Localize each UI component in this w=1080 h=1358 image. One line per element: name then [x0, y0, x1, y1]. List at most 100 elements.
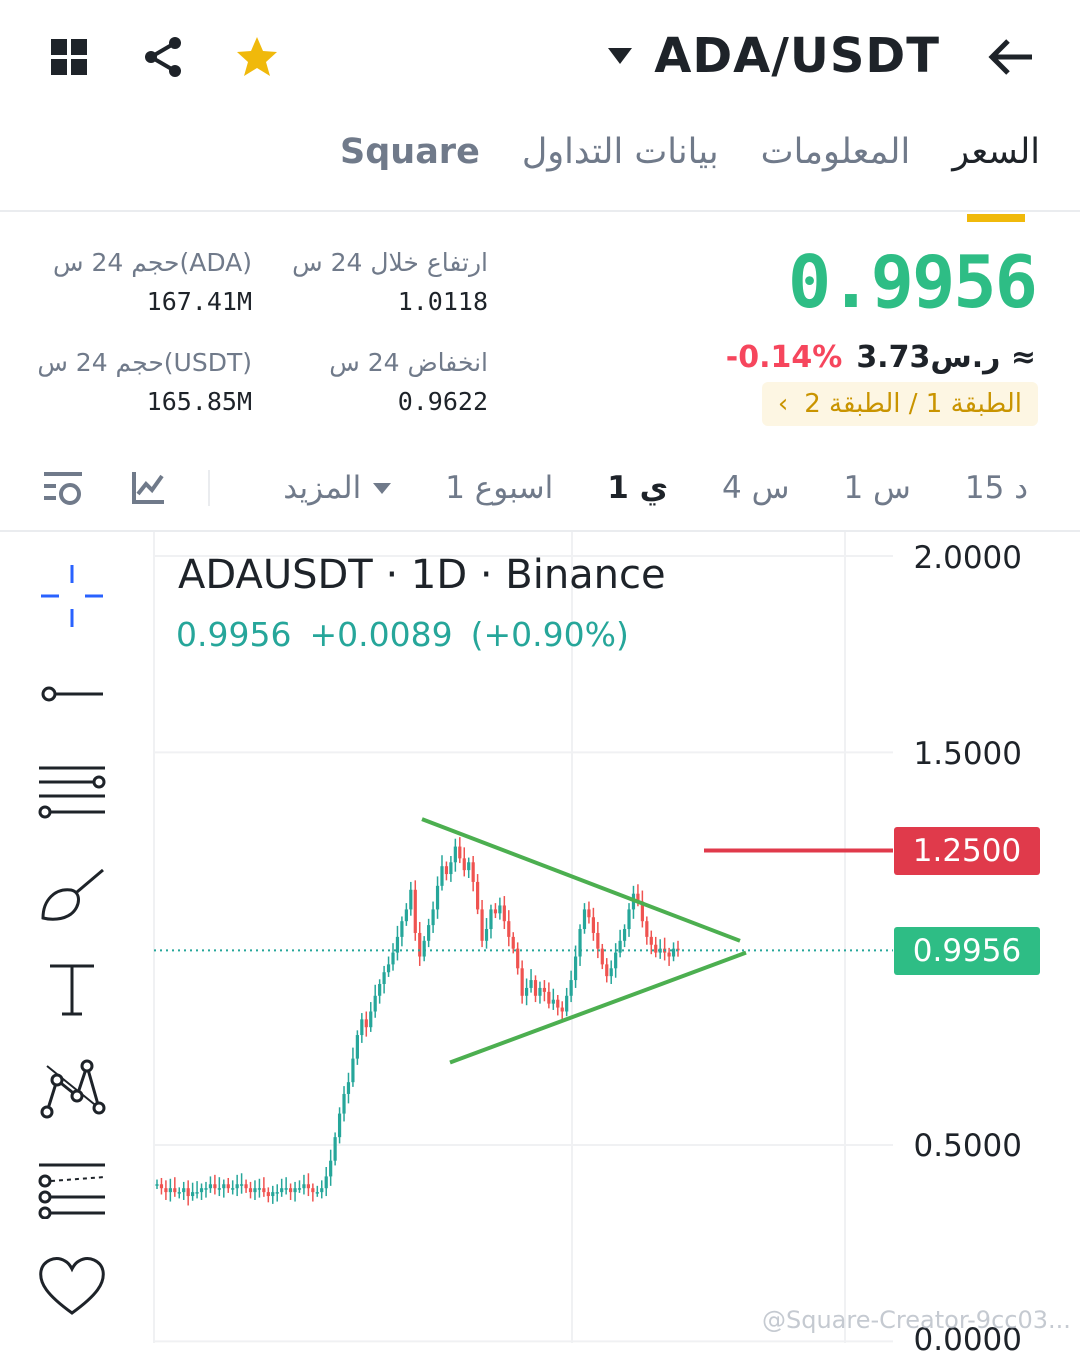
interval-more[interactable]: المزيد	[283, 470, 392, 506]
candle-body	[467, 862, 471, 871]
candle-body	[560, 1007, 564, 1012]
crosshair-icon[interactable]	[36, 560, 108, 632]
tab-price[interactable]: السعر	[952, 132, 1040, 222]
candle-body	[199, 1188, 204, 1193]
candle-body	[182, 1188, 186, 1193]
candle-body	[645, 921, 649, 937]
candle-body	[413, 889, 417, 933]
candle-body	[654, 944, 658, 953]
pattern-icon[interactable]	[36, 1052, 108, 1124]
text-icon[interactable]	[36, 954, 108, 1026]
interval-15m[interactable]: 15 د	[965, 470, 1028, 506]
candle-body	[293, 1188, 297, 1193]
favorites-heart-icon[interactable]	[36, 1250, 108, 1322]
more-label: المزيد	[283, 470, 362, 506]
interval-4h[interactable]: 4 س	[722, 470, 789, 506]
candle-body	[435, 885, 440, 910]
candle-body	[565, 995, 569, 1012]
chart-settings-icon[interactable]	[130, 470, 166, 510]
candle-body	[587, 909, 591, 918]
fib-levels-icon[interactable]	[36, 756, 108, 828]
pair-label: ADA/USDT	[654, 28, 940, 84]
star-icon[interactable]	[230, 30, 284, 84]
candle-body	[542, 987, 547, 992]
share-icon[interactable]	[136, 30, 190, 84]
candle-body	[284, 1188, 288, 1190]
candle-body	[462, 858, 466, 871]
candle-body	[346, 1082, 351, 1094]
chevron-left-icon: ‹	[777, 389, 789, 419]
candle-body	[248, 1188, 253, 1193]
tab-info[interactable]: المعلومات	[761, 132, 911, 172]
interval-1h[interactable]: 1 س	[843, 470, 910, 506]
stat-24h-high: ارتفاع خلال 24 س 1.0118	[292, 248, 488, 316]
level-price-badge[interactable]: 1.2500	[894, 827, 1040, 875]
candle-body	[288, 1188, 293, 1193]
candle-body	[476, 881, 480, 910]
y-axis-label: 1.5000	[913, 736, 1022, 772]
tab-trading-data[interactable]: بيانات التداول	[522, 132, 719, 172]
candle-body	[306, 1184, 311, 1189]
candle-body	[208, 1184, 213, 1189]
candle-body	[324, 1176, 328, 1189]
candle-body	[573, 956, 578, 981]
candle-body	[671, 948, 676, 957]
stat-label: انخفاض 24 س	[329, 348, 488, 377]
candle-body	[484, 929, 489, 941]
trend-line-icon[interactable]	[36, 658, 108, 730]
triangle-upper-trendline	[421, 817, 741, 943]
price-change-row: -0.14% ≈ ر.س3.73	[726, 340, 1036, 375]
candle-body	[177, 1192, 181, 1194]
candle-body	[453, 846, 457, 863]
candle-body	[524, 987, 529, 996]
interval-bar: 15 د 1 س 4 س 1 ي 1 اسبوع المزيد	[283, 470, 1028, 506]
candle-body	[538, 987, 542, 996]
candle-body	[569, 980, 573, 996]
indicator-icon[interactable]	[42, 468, 84, 514]
candle-body	[253, 1188, 257, 1193]
candle-body	[373, 995, 377, 1012]
stat-value: 0.9622	[397, 387, 488, 416]
candle-body	[191, 1192, 195, 1197]
candle-body	[262, 1188, 266, 1193]
stat-24h-low: انخفاض 24 س 0.9622	[329, 348, 488, 416]
interval-1d[interactable]: 1 ي	[607, 470, 668, 506]
candle-body	[409, 889, 413, 910]
candle-body	[471, 862, 475, 882]
candle-body	[315, 1192, 319, 1194]
candle-body	[364, 1019, 368, 1028]
candle-body	[386, 964, 391, 973]
candle-body	[391, 952, 395, 965]
change-percent: -0.14%	[725, 340, 843, 375]
candle-body	[240, 1184, 244, 1186]
divider	[208, 470, 210, 506]
chevron-down-icon	[608, 48, 633, 64]
stat-label: ارتفاع خلال 24 س	[292, 248, 488, 277]
candle-body	[275, 1192, 279, 1194]
candle-body	[614, 952, 618, 969]
candle-body	[257, 1188, 262, 1190]
chart-legend-values: 0.9956 +0.0089 (+0.90%)	[176, 615, 629, 654]
top-tabs: السعر المعلومات بيانات التداول Square	[340, 132, 1040, 222]
candle-body	[578, 929, 582, 957]
interval-1w[interactable]: 1 اسبوع	[445, 470, 553, 506]
brush-icon[interactable]	[36, 856, 108, 928]
tier-badge[interactable]: ‹ الطبقة 1 / الطبقة 2	[761, 382, 1038, 426]
candle-body	[395, 936, 400, 953]
candle-body	[329, 1160, 333, 1177]
grid-icon[interactable]	[42, 30, 96, 84]
triangle-lower-trendline	[449, 950, 747, 1065]
tab-square[interactable]: Square	[340, 132, 480, 172]
candle-body	[551, 999, 555, 1004]
candle-body	[337, 1113, 342, 1138]
candle-body	[186, 1188, 190, 1197]
pair-selector[interactable]: ADA/USDT	[608, 28, 940, 84]
candle-body	[311, 1188, 315, 1193]
candle-body	[378, 984, 382, 996]
last-price-badge: 0.9956	[894, 927, 1040, 975]
prediction-icon[interactable]	[36, 1152, 108, 1224]
candle-body	[582, 909, 587, 930]
back-arrow-icon[interactable]	[984, 30, 1038, 84]
candle-body	[480, 909, 484, 941]
candle-body	[511, 936, 515, 949]
